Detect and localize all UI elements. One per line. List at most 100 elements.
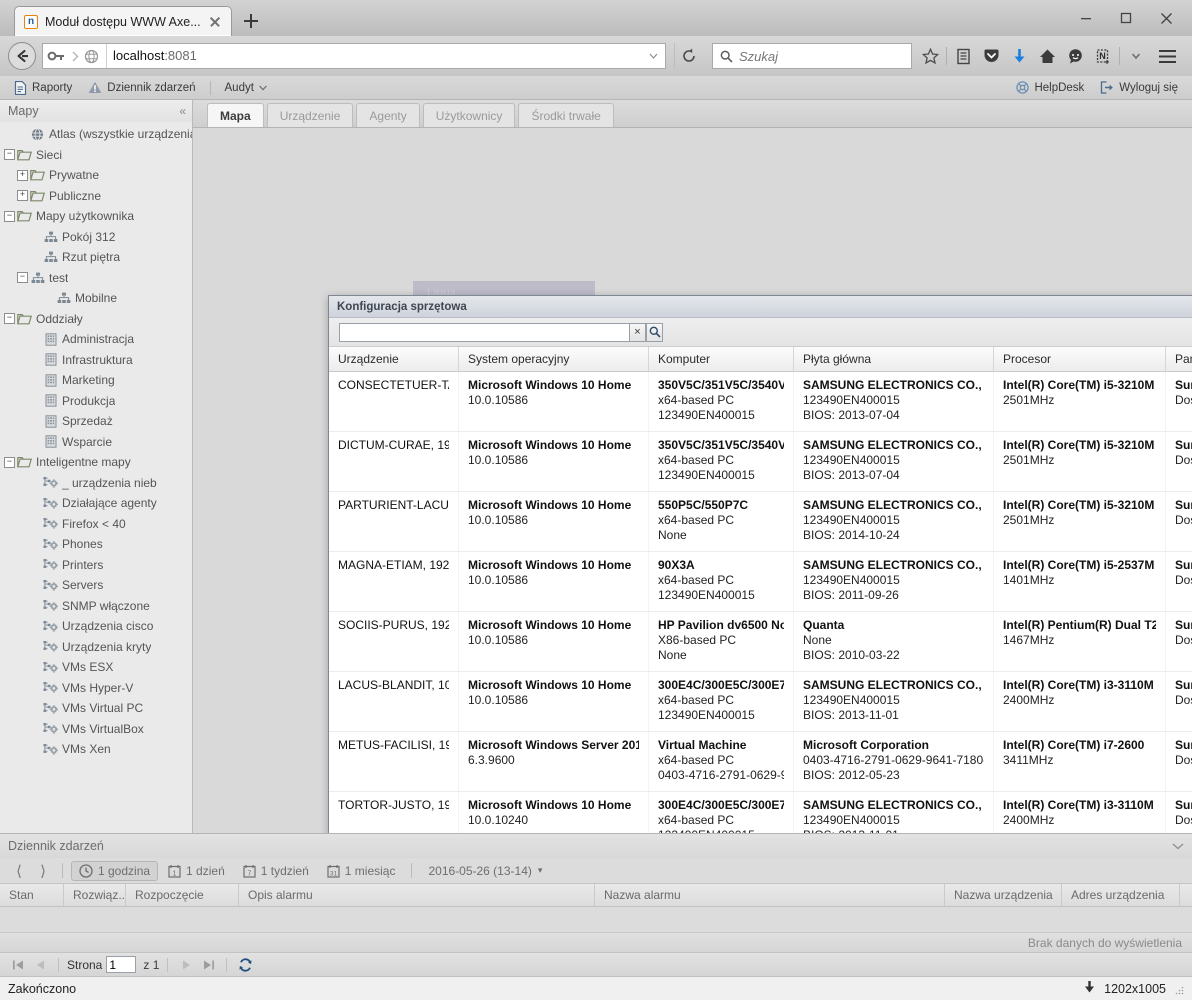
tree-item[interactable]: −Mapy użytkownika <box>0 206 192 227</box>
tree-collapse-icon[interactable]: − <box>17 272 28 283</box>
tree-item[interactable]: −test <box>0 268 192 289</box>
grid-column-header[interactable]: Procesor <box>994 347 1166 371</box>
tab-użytkownicy[interactable]: Użytkownicy <box>423 103 516 127</box>
event-log-collapse-icon[interactable] <box>1172 839 1184 853</box>
tree-item[interactable]: −Sieci <box>0 145 192 166</box>
tree-item[interactable]: _ urządzenia nieb <box>0 473 192 494</box>
tree-collapse-icon[interactable]: − <box>4 457 15 468</box>
menu-item-dziennik-zdarzen[interactable]: Dziennik zdarzeń <box>82 77 201 99</box>
event-log-column-header[interactable]: Adres urządzenia <box>1062 884 1180 906</box>
close-button[interactable] <box>1146 3 1186 33</box>
event-log-column-header[interactable]: Stan <box>0 884 64 906</box>
tree-item[interactable]: VMs VirtualBox <box>0 719 192 740</box>
tree-item[interactable]: SNMP włączone <box>0 596 192 617</box>
minimize-button[interactable] <box>1066 3 1106 33</box>
reader-list-icon[interactable] <box>949 41 977 71</box>
tree-item[interactable]: Pokój 312 <box>0 227 192 248</box>
tree-item[interactable]: Firefox < 40 <box>0 514 192 535</box>
tree-item[interactable]: VMs ESX <box>0 657 192 678</box>
magnifier-icon[interactable] <box>646 323 663 342</box>
tree-item[interactable]: −Oddziały <box>0 309 192 330</box>
tab-agenty[interactable]: Agenty <box>356 103 419 127</box>
url-history-dropdown-icon[interactable] <box>645 44 661 68</box>
table-row[interactable]: DICTUM-CURAE, 192....Microsoft Windows 1… <box>329 432 1192 492</box>
range-1-tydzien[interactable]: 7 1 tydzień <box>235 861 317 881</box>
search-bar[interactable]: Szukaj <box>712 43 912 69</box>
url-text[interactable]: localhost:8081 <box>106 44 645 68</box>
grid-column-header[interactable]: Komputer <box>649 347 794 371</box>
first-page-icon[interactable] <box>8 955 28 975</box>
identity-box[interactable] <box>43 49 104 64</box>
menu-item-audyt[interactable]: Audyt <box>219 77 273 99</box>
back-button[interactable] <box>8 42 36 70</box>
event-log-next-button[interactable]: ⟩ <box>32 860 54 882</box>
grid-column-header[interactable]: Urządzenie <box>329 347 459 371</box>
tree-expand-icon[interactable]: + <box>17 170 28 181</box>
event-log-header-row[interactable]: StanRozwiąz...RozpoczęcieOpis alarmuNazw… <box>0 883 1192 907</box>
menu-item-wyloguj[interactable]: Wyloguj się <box>1094 77 1184 99</box>
event-log-column-header[interactable]: Nazwa alarmu <box>595 884 945 906</box>
browser-tab[interactable]: n Moduł dostępu WWW Axe... <box>14 6 232 36</box>
tree-item[interactable]: Urządzenia kryty <box>0 637 192 658</box>
tab-środki-trwałe[interactable]: Środki trwałe <box>518 103 613 127</box>
home-icon[interactable] <box>1033 41 1061 71</box>
bookmark-star-icon[interactable] <box>916 41 944 71</box>
event-log-column-header[interactable]: Opis alarmu <box>239 884 595 906</box>
next-page-icon[interactable] <box>176 955 196 975</box>
tree-item[interactable]: VMs Virtual PC <box>0 698 192 719</box>
tree-item[interactable]: +Publiczne <box>0 186 192 207</box>
tree-item[interactable]: Sprzedaż <box>0 411 192 432</box>
table-row[interactable]: SOCIIS-PURUS, 192.1...Microsoft Windows … <box>329 612 1192 672</box>
grid-column-header[interactable]: Płyta główna <box>794 347 994 371</box>
event-log-column-header[interactable]: Rozwiąz... <box>64 884 126 906</box>
search-input[interactable]: Szukaj <box>739 49 778 64</box>
downloads-icon[interactable] <box>1005 41 1033 71</box>
maximize-button[interactable] <box>1106 3 1146 33</box>
dialog-search-clear-button[interactable]: × <box>629 323 646 342</box>
resize-grip-icon[interactable] <box>1174 984 1184 994</box>
table-row[interactable]: CONSECTETUER-TACI...Microsoft Windows 10… <box>329 372 1192 432</box>
tree-item[interactable]: Produkcja <box>0 391 192 412</box>
event-log-column-header[interactable]: Nazwa urządzenia <box>945 884 1062 906</box>
tree-collapse-icon[interactable]: − <box>4 211 15 222</box>
date-range-selector[interactable]: 2016-05-26 (13-14) ▾ <box>428 864 542 878</box>
tree-item[interactable]: Mobilne <box>0 288 192 309</box>
overflow-chevron-down-icon[interactable] <box>1122 41 1150 71</box>
tree-item[interactable]: Rzut piętra <box>0 247 192 268</box>
tree-item[interactable]: Administracja <box>0 329 192 350</box>
tree-collapse-icon[interactable]: − <box>4 149 15 160</box>
tree-item[interactable]: Urządzenia cisco <box>0 616 192 637</box>
dialog-search-input[interactable] <box>339 323 629 342</box>
new-tab-button[interactable] <box>236 6 266 36</box>
close-tab-icon[interactable] <box>208 15 222 29</box>
reload-button[interactable] <box>674 43 702 69</box>
pocket-icon[interactable] <box>977 41 1005 71</box>
table-row[interactable]: TORTOR-JUSTO, 192....Microsoft Windows 1… <box>329 792 1192 833</box>
table-row[interactable]: MAGNA-ETIAM, 192.1...Microsoft Windows 1… <box>329 552 1192 612</box>
range-1-godzina[interactable]: 1 godzina <box>71 861 158 881</box>
url-bar[interactable]: localhost:8081 <box>42 43 666 69</box>
prev-page-icon[interactable] <box>30 955 50 975</box>
tree-expand-icon[interactable]: + <box>17 190 28 201</box>
grid-column-header[interactable]: System operacyjny <box>459 347 649 371</box>
map-tree[interactable]: Atlas (wszystkie urządzenia)−Sieci+Prywa… <box>0 122 192 833</box>
tree-item[interactable]: +Prywatne <box>0 165 192 186</box>
table-row[interactable]: PARTURIENT-LACUS, ...Microsoft Windows 1… <box>329 492 1192 552</box>
tree-item[interactable]: Wsparcie <box>0 432 192 453</box>
tree-item[interactable]: Printers <box>0 555 192 576</box>
tab-mapa[interactable]: Mapa <box>207 103 264 127</box>
tree-item[interactable]: Działające agenty <box>0 493 192 514</box>
tree-item[interactable]: −Inteligentne mapy <box>0 452 192 473</box>
menu-item-raporty[interactable]: Raporty <box>8 77 78 99</box>
tree-item[interactable]: Servers <box>0 575 192 596</box>
table-row[interactable]: METUS-FACILISI, 192....Microsoft Windows… <box>329 732 1192 792</box>
map-canvas[interactable]: Linux Nie działa: 20d 13h Konfiguracja s… <box>193 128 1192 833</box>
tree-item[interactable]: Atlas (wszystkie urządzenia) <box>0 124 192 145</box>
dialog-titlebar[interactable]: Konfiguracja sprzętowa <box>329 296 1192 318</box>
chevron-double-left-icon[interactable]: « <box>179 104 186 118</box>
grid-header-row[interactable]: UrządzenieSystem operacyjnyKomputerPłyta… <box>329 347 1192 372</box>
app-tabbar[interactable]: MapaUrządzenieAgentyUżytkownicyŚrodki tr… <box>193 100 1192 128</box>
grid-column-header[interactable]: Pamięć <box>1166 347 1192 371</box>
page-number-input[interactable] <box>106 956 136 973</box>
chat-icon[interactable] <box>1061 41 1089 71</box>
